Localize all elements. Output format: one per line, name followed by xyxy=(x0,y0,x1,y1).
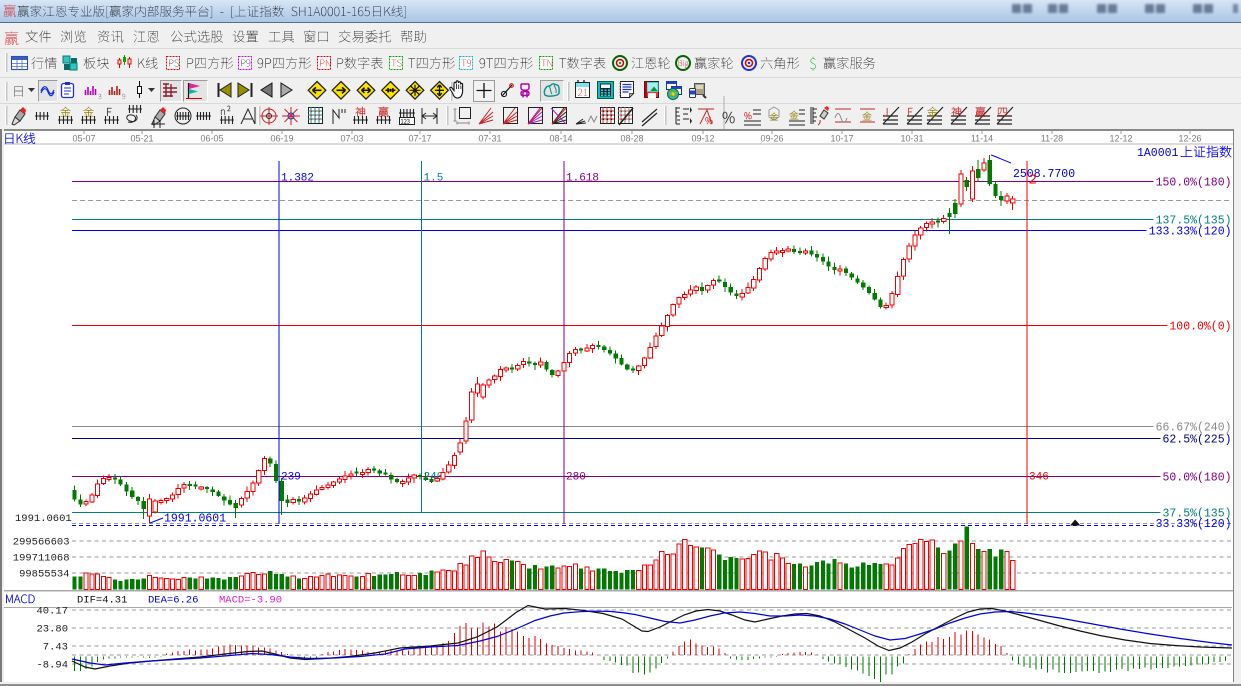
svg-text:10-31: 10-31 xyxy=(900,134,923,144)
svg-text:06-19: 06-19 xyxy=(270,134,293,144)
svg-text:11-14: 11-14 xyxy=(971,134,993,144)
svg-text:07-31: 07-31 xyxy=(478,134,501,144)
svg-text:7.43: 7.43 xyxy=(43,642,68,654)
svg-text:23.80: 23.80 xyxy=(36,624,68,636)
svg-text:-8.94: -8.94 xyxy=(36,660,68,672)
svg-text:1.382: 1.382 xyxy=(281,173,314,185)
svg-text:DIF=4.31: DIF=4.31 xyxy=(77,595,127,607)
svg-text:1991.0601: 1991.0601 xyxy=(164,513,226,526)
svg-text:100.0%(0): 100.0%(0) xyxy=(1169,321,1231,334)
svg-text:11-28: 11-28 xyxy=(1041,134,1063,144)
svg-text:DEA=6.26: DEA=6.26 xyxy=(148,595,198,607)
svg-text:05-21: 05-21 xyxy=(130,134,153,144)
svg-text:50.0%(180): 50.0%(180) xyxy=(1163,472,1232,485)
svg-text:2: 2 xyxy=(1029,173,1037,189)
svg-text:1.5: 1.5 xyxy=(424,173,444,185)
svg-text:07-03: 07-03 xyxy=(340,134,363,144)
svg-text:08-14: 08-14 xyxy=(549,134,572,144)
svg-text:1991.0601: 1991.0601 xyxy=(15,513,72,525)
svg-text:62.5%(225): 62.5%(225) xyxy=(1163,434,1232,447)
svg-text:09-26: 09-26 xyxy=(760,134,783,144)
svg-text:239: 239 xyxy=(281,472,301,484)
svg-text:150.0%(180): 150.0%(180) xyxy=(1156,177,1232,190)
svg-text:MACD=-3.90: MACD=-3.90 xyxy=(219,595,282,607)
svg-text:40.17: 40.17 xyxy=(36,606,68,618)
svg-text:280: 280 xyxy=(566,472,586,484)
svg-text:299566603: 299566603 xyxy=(13,537,70,549)
svg-text:199711068: 199711068 xyxy=(13,553,70,565)
svg-text:12-12: 12-12 xyxy=(1109,134,1132,144)
svg-text:05-07: 05-07 xyxy=(72,134,95,144)
svg-text:07-17: 07-17 xyxy=(408,134,431,144)
svg-text:346: 346 xyxy=(1029,472,1049,484)
svg-text:99855534: 99855534 xyxy=(19,569,69,581)
svg-text:12-26: 12-26 xyxy=(1178,134,1201,144)
svg-text:09-12: 09-12 xyxy=(691,134,714,144)
svg-text:06-05: 06-05 xyxy=(200,134,223,144)
svg-text:10-17: 10-17 xyxy=(830,134,853,144)
svg-text:08-28: 08-28 xyxy=(620,134,643,144)
svg-text:133.33%(120): 133.33%(120) xyxy=(1149,226,1232,239)
svg-text:1.618: 1.618 xyxy=(566,173,599,185)
svg-text:2508.7700: 2508.7700 xyxy=(1013,168,1075,181)
svg-text:33.33%(120): 33.33%(120) xyxy=(1156,518,1232,531)
svg-text:1A0001: 1A0001 xyxy=(1137,147,1179,160)
